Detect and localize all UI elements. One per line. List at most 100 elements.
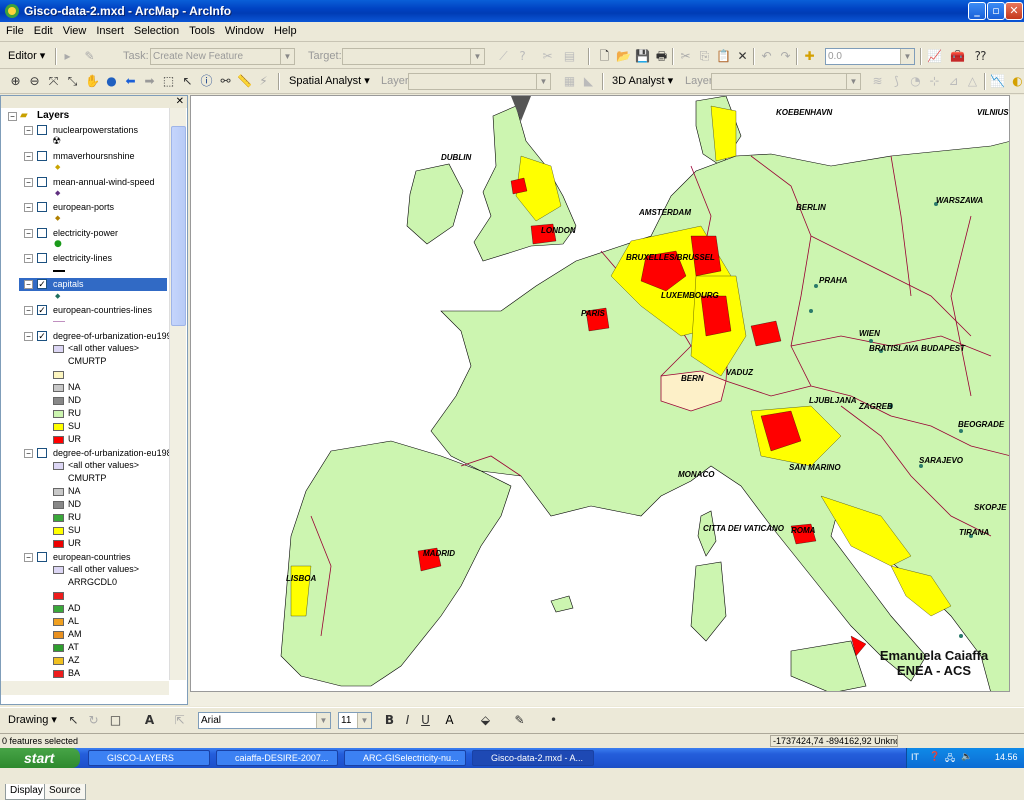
toc-horizontal-scrollbar[interactable] bbox=[1, 681, 169, 695]
redo-icon[interactable]: ↷ bbox=[778, 49, 793, 64]
zoom-in-icon[interactable]: ⊕ bbox=[8, 74, 23, 89]
font-name-select[interactable]: Arial ▼ bbox=[198, 712, 331, 729]
add-data-icon[interactable]: ✚ bbox=[802, 49, 817, 64]
toc-layer[interactable]: − european-countries bbox=[1, 551, 169, 564]
marker-color-icon[interactable]: • bbox=[546, 713, 561, 728]
3d-analyst-menu[interactable]: 3D Analyst ▾ bbox=[612, 73, 673, 90]
start-button[interactable]: start bbox=[0, 748, 80, 768]
forward-arrow-icon[interactable]: ➡ bbox=[142, 74, 157, 89]
toc-layer[interactable]: − electricity-lines bbox=[1, 252, 169, 265]
new-text-icon[interactable]: A bbox=[142, 713, 157, 728]
new-document-icon[interactable]: 🗋 bbox=[597, 49, 612, 64]
rotate-icon[interactable]: ↻ bbox=[86, 713, 101, 728]
menu-window[interactable]: Window bbox=[219, 22, 268, 37]
full-extent-globe-icon[interactable]: ● bbox=[104, 74, 119, 89]
cut-icon[interactable]: ✂ bbox=[678, 49, 693, 64]
fixed-zoom-in-icon[interactable]: ⤧ bbox=[46, 74, 61, 89]
create-graph-icon[interactable]: 📉 bbox=[990, 74, 1005, 89]
menu-selection[interactable]: Selection bbox=[128, 22, 183, 37]
toc-layer[interactable]: − ✓ european-countries-lines bbox=[1, 304, 169, 317]
paste-icon[interactable]: 📋 bbox=[716, 49, 731, 64]
menu-insert[interactable]: Insert bbox=[90, 22, 128, 37]
save-icon[interactable]: 💾 bbox=[635, 49, 650, 64]
taskbar-item-caiaffa[interactable]: caiaffa-DESIRE-2007... bbox=[216, 750, 338, 766]
taskbar-item-arcmap[interactable]: Gisco-data-2.mxd - A... bbox=[472, 750, 594, 766]
select-elements-arrow-icon[interactable]: ↖ bbox=[66, 713, 81, 728]
editor-toolbar-icon[interactable]: 📈 bbox=[927, 49, 942, 64]
3d-layer-select[interactable]: ▼ bbox=[711, 73, 861, 90]
copy-icon[interactable]: ⎘ bbox=[697, 49, 712, 64]
arctoolbox-icon[interactable]: 🧰 bbox=[950, 49, 965, 64]
help-tray-icon[interactable]: ❓ bbox=[929, 751, 940, 762]
menu-file[interactable]: File bbox=[0, 22, 28, 37]
font-color-icon[interactable]: A bbox=[442, 713, 457, 728]
measure-icon[interactable]: 📏 bbox=[237, 74, 252, 89]
menu-help[interactable]: Help bbox=[268, 22, 301, 37]
task-select[interactable]: Create New Feature ▼ bbox=[150, 48, 295, 65]
toc-layer[interactable]: − electricity-power bbox=[1, 227, 169, 240]
spatial-layer-select[interactable]: ▼ bbox=[408, 73, 551, 90]
close-button[interactable]: ✕ bbox=[1005, 2, 1023, 20]
map-vertical-scrollbar[interactable] bbox=[1010, 95, 1024, 692]
edit-vertices-icon[interactable]: ⇱ bbox=[172, 713, 187, 728]
volume-tray-icon[interactable]: 🔈 bbox=[961, 751, 972, 762]
taskbar-item-arc-gis[interactable]: ARC-GISelectricity-nu... bbox=[344, 750, 466, 766]
line-tool-icon[interactable]: ⟋ bbox=[496, 49, 511, 64]
underline-icon[interactable]: U bbox=[418, 713, 433, 728]
map-scale-select[interactable]: 0.0 ▼ bbox=[825, 48, 915, 65]
rectangle-icon[interactable]: □ bbox=[108, 713, 123, 728]
arcscene-icon[interactable]: ◐ bbox=[1010, 74, 1024, 89]
contour-tool-icon[interactable]: ≋ bbox=[870, 74, 885, 89]
font-size-select[interactable]: 11 ▼ bbox=[338, 712, 372, 729]
attributes-icon[interactable]: ▤ bbox=[562, 49, 577, 64]
fill-color-icon[interactable]: ⬙ bbox=[478, 713, 493, 728]
histogram-icon[interactable]: ▦ bbox=[562, 74, 577, 89]
menu-tools[interactable]: Tools bbox=[183, 22, 219, 37]
toc-close-icon[interactable]: ✕ bbox=[176, 96, 184, 107]
bold-icon[interactable]: B bbox=[382, 713, 397, 728]
tab-source[interactable]: Source bbox=[44, 784, 86, 800]
interpolate-line-icon[interactable]: ⊿ bbox=[946, 74, 961, 89]
identify-icon[interactable]: ⓘ bbox=[199, 74, 214, 89]
editor-menu-button[interactable]: Editor ▾ bbox=[8, 48, 45, 65]
toc-layer[interactable]: − degree-of-urbanization-eu198 bbox=[1, 447, 169, 460]
whats-this-icon[interactable]: ⁇ bbox=[973, 49, 988, 64]
taskbar-item-gisco-layers[interactable]: GISCO-LAYERS bbox=[88, 750, 210, 766]
steepest-path-icon[interactable]: ⟆ bbox=[889, 74, 904, 89]
map-horizontal-scrollbar[interactable] bbox=[190, 692, 1024, 706]
minimize-button[interactable]: _ bbox=[968, 2, 986, 20]
menu-edit[interactable]: Edit bbox=[28, 22, 57, 37]
maximize-button[interactable]: ▫ bbox=[987, 2, 1005, 20]
menu-view[interactable]: View bbox=[57, 22, 91, 37]
tab-display[interactable]: Display bbox=[5, 784, 48, 800]
toc-vertical-scrollbar[interactable] bbox=[169, 108, 186, 680]
split-tool-icon[interactable]: ✂ bbox=[540, 49, 555, 64]
undo-icon[interactable]: ↶ bbox=[759, 49, 774, 64]
map-canvas[interactable]: KOEBENHAVN VILNIUS DUBLIN AMSTERDAM BERL… bbox=[190, 95, 1010, 692]
back-arrow-icon[interactable]: ⬅ bbox=[123, 74, 138, 89]
select-features-icon[interactable]: ⬚ bbox=[161, 74, 176, 89]
layers-root[interactable]: − ▰ Layers bbox=[1, 110, 169, 123]
language-indicator[interactable]: IT bbox=[911, 752, 919, 762]
delete-icon[interactable]: ✕ bbox=[735, 49, 750, 64]
drawing-menu[interactable]: Drawing ▾ bbox=[8, 712, 57, 729]
edit-tool-icon[interactable]: ▸ bbox=[60, 49, 75, 64]
zoom-out-icon[interactable]: ⊖ bbox=[27, 74, 42, 89]
toc-layer[interactable]: − mmaverhoursnshine bbox=[1, 150, 169, 163]
sketch-tool-icon[interactable]: ✎ bbox=[82, 49, 97, 64]
profile-graph-icon[interactable]: △ bbox=[965, 74, 980, 89]
spatial-analyst-menu[interactable]: Spatial Analyst ▾ bbox=[289, 73, 370, 90]
toc-layer[interactable]: − european-ports bbox=[1, 201, 169, 214]
help-tool-icon[interactable]: ? bbox=[515, 49, 530, 64]
target-select[interactable]: ▼ bbox=[342, 48, 485, 65]
contour-icon[interactable]: ◣ bbox=[581, 74, 596, 89]
line-of-sight-icon[interactable]: ◔ bbox=[908, 74, 923, 89]
find-binoculars-icon[interactable]: ⚯ bbox=[218, 74, 233, 89]
toc-layer[interactable]: − mean-annual-wind-speed bbox=[1, 176, 169, 189]
toc-layer[interactable]: − nuclearpowerstations bbox=[1, 124, 169, 137]
toc-layer[interactable]: − ✓ degree-of-urbanization-eu199 bbox=[1, 330, 169, 343]
line-color-icon[interactable]: ✎ bbox=[512, 713, 527, 728]
italic-icon[interactable]: I bbox=[400, 713, 415, 728]
hyperlink-icon[interactable]: ⚡ bbox=[256, 74, 271, 89]
interpolate-point-icon[interactable]: ⊹ bbox=[927, 74, 942, 89]
